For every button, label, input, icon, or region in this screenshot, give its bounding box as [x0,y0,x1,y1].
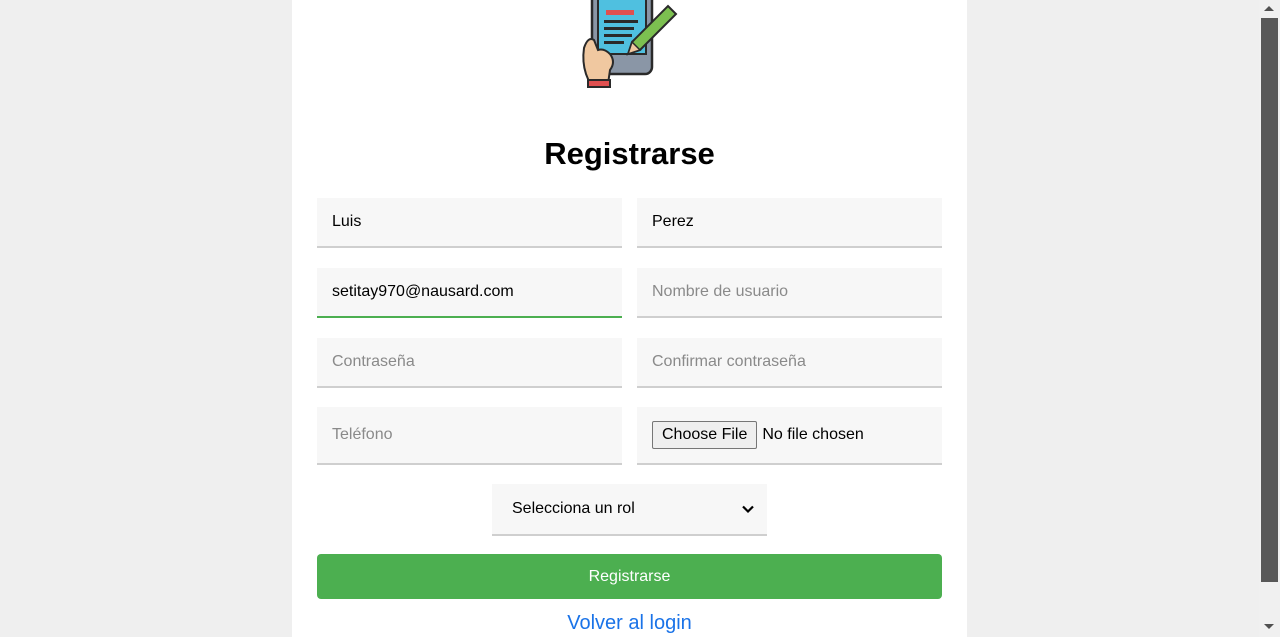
register-card: Registrarse Choose File No file chosen S… [292,0,967,637]
register-button[interactable]: Registrarse [317,554,942,599]
file-status-text: No file chosen [762,426,864,443]
last-name-input[interactable] [637,198,942,248]
file-upload-field: Choose File No file chosen [637,407,942,465]
scroll-up-button[interactable] [1259,0,1280,17]
password-input[interactable] [317,338,622,388]
back-to-login-link[interactable]: Volver al login [292,612,967,635]
arrow-down-icon [1264,624,1274,629]
chevron-down-icon [742,505,754,514]
phone-input[interactable] [317,407,622,465]
register-logo-icon [582,0,678,88]
arrow-up-icon [1264,6,1274,11]
username-input[interactable] [637,268,942,318]
choose-file-button[interactable]: Choose File [652,421,758,449]
confirm-password-input[interactable] [637,338,942,388]
page-title: Registrarse [544,136,715,171]
vertical-scrollbar[interactable] [1259,0,1280,637]
email-input[interactable] [317,268,622,318]
role-select-value: Selecciona un rol [512,500,635,517]
scrollbar-thumb[interactable] [1261,18,1278,582]
scroll-down-button[interactable] [1259,617,1280,637]
first-name-input[interactable] [317,198,622,248]
role-select[interactable]: Selecciona un rol [492,484,767,536]
